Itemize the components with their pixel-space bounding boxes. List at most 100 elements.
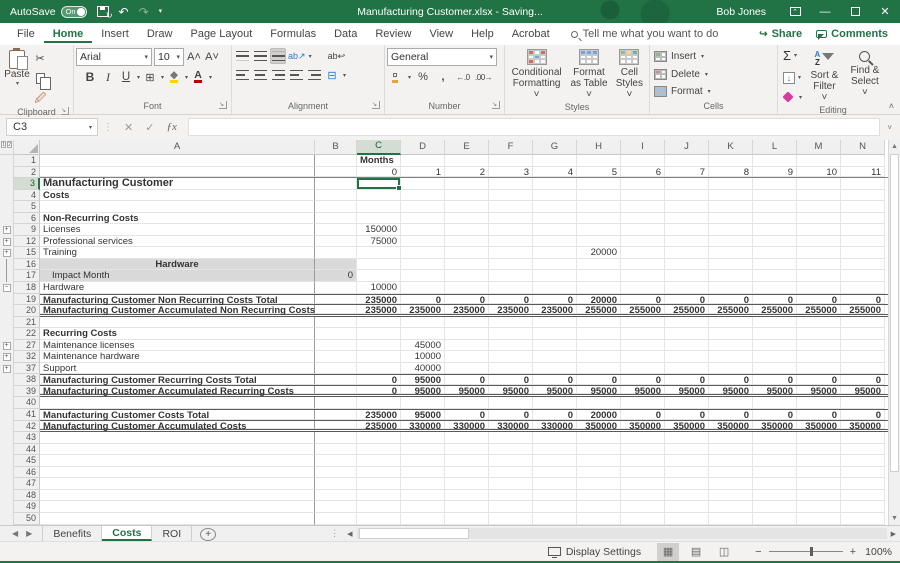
cell-L5[interactable]: [753, 201, 797, 213]
cell-E6[interactable]: [445, 212, 489, 225]
cell-L32[interactable]: [753, 351, 797, 363]
cell-J2[interactable]: 7: [665, 166, 709, 177]
maximize-button[interactable]: [840, 0, 870, 23]
cell-M5[interactable]: [797, 201, 841, 213]
cell-H21[interactable]: [577, 316, 621, 329]
tab-draw[interactable]: Draw: [138, 25, 182, 43]
cell-E47[interactable]: [445, 478, 489, 490]
column-header-N[interactable]: N: [841, 140, 885, 155]
cell-C48[interactable]: [357, 489, 401, 502]
cell-N48[interactable]: [841, 489, 885, 502]
cell-L18[interactable]: [753, 282, 797, 294]
cell-A48[interactable]: [40, 489, 315, 502]
cell-K27[interactable]: [709, 339, 753, 352]
font-name-select[interactable]: Arial ▾: [76, 48, 152, 66]
row-header-2[interactable]: 2: [14, 166, 40, 179]
cell-H32[interactable]: [577, 351, 621, 363]
page-layout-view-icon[interactable]: ▤: [685, 543, 707, 561]
cell-H20[interactable]: 255000: [577, 305, 621, 316]
cell-B39[interactable]: [315, 385, 357, 395]
cell-I20[interactable]: 255000: [621, 305, 665, 316]
cell-F21[interactable]: [489, 316, 533, 329]
cell-B44[interactable]: [315, 443, 357, 456]
merge-center-icon[interactable]: ⊟: [324, 67, 340, 83]
cell-H2[interactable]: 5: [577, 166, 621, 177]
cell-K1[interactable]: [709, 155, 753, 167]
zoom-out-icon[interactable]: −: [755, 546, 761, 558]
row-header-48[interactable]: 48: [14, 489, 40, 502]
cell-D32[interactable]: 10000: [401, 351, 445, 363]
cell-A3[interactable]: Manufacturing Customer: [40, 178, 315, 190]
cell-L15[interactable]: [753, 247, 797, 259]
cell-E22[interactable]: [445, 328, 489, 340]
cell-A44[interactable]: [40, 443, 315, 456]
cell-L41[interactable]: 0: [753, 410, 797, 421]
cell-E27[interactable]: [445, 339, 489, 352]
cell-M38[interactable]: 0: [797, 375, 841, 386]
cell-I22[interactable]: [621, 328, 665, 340]
cell-A19[interactable]: Manufacturing Customer Non Recurring Cos…: [40, 294, 315, 305]
name-box[interactable]: C3 ▾: [6, 118, 98, 136]
vertical-scrollbar[interactable]: ▲ ▼: [888, 140, 900, 525]
cell-F22[interactable]: [489, 328, 533, 340]
cell-F49[interactable]: [489, 501, 533, 513]
tab-view[interactable]: View: [420, 25, 462, 43]
row-header-12[interactable]: 12: [14, 235, 40, 248]
conditional-formatting-button[interactable]: Conditional Formatting ˅: [507, 48, 566, 101]
cell-H19[interactable]: 20000: [577, 294, 621, 305]
cell-N50[interactable]: [841, 512, 885, 525]
cell-C37[interactable]: [357, 362, 401, 375]
cell-J45[interactable]: [665, 455, 709, 467]
cell-C3[interactable]: [357, 178, 402, 191]
cell-N27[interactable]: [841, 339, 885, 352]
row-header-22[interactable]: 22: [14, 328, 40, 340]
cell-L45[interactable]: [753, 455, 797, 467]
cell-I38[interactable]: 0: [621, 375, 665, 386]
clipboard-dialog-launcher[interactable]: [61, 105, 69, 117]
cell-M39[interactable]: 95000: [797, 385, 841, 397]
cell-K38[interactable]: 0: [709, 375, 753, 386]
cell-D17[interactable]: [401, 270, 445, 283]
cell-G2[interactable]: 4: [533, 166, 577, 177]
cell-L38[interactable]: 0: [753, 375, 797, 386]
cell-J44[interactable]: [665, 443, 709, 456]
cell-C6[interactable]: [357, 212, 401, 225]
cell-K44[interactable]: [709, 443, 753, 456]
row-header-45[interactable]: 45: [14, 455, 40, 467]
tab-acrobat[interactable]: Acrobat: [503, 25, 559, 43]
cell-A32[interactable]: Maintenance hardware: [40, 351, 315, 363]
cell-L20[interactable]: 255000: [753, 305, 797, 316]
cell-M19[interactable]: 0: [797, 294, 841, 305]
format-cells-button[interactable]: Format ▾: [654, 84, 773, 99]
cell-L1[interactable]: [753, 155, 797, 167]
cell-N16[interactable]: [841, 258, 885, 271]
new-sheet-button[interactable]: +: [200, 527, 217, 541]
cell-H4[interactable]: [577, 189, 621, 202]
cancel-icon[interactable]: ✕: [124, 121, 133, 134]
cell-D46[interactable]: [401, 466, 445, 479]
column-header-L[interactable]: L: [753, 140, 797, 155]
cell-F44[interactable]: [489, 443, 533, 456]
cell-K19[interactable]: 0: [709, 294, 753, 305]
cell-I46[interactable]: [621, 466, 665, 479]
cell-E1[interactable]: [445, 155, 489, 167]
cell-A37[interactable]: Support: [40, 362, 315, 375]
cell-A18[interactable]: Hardware: [40, 282, 315, 294]
cell-F15[interactable]: [489, 247, 533, 259]
cell-B49[interactable]: [315, 501, 357, 513]
row-header-32[interactable]: 32: [14, 351, 40, 363]
cell-H9[interactable]: [577, 224, 621, 236]
column-header-E[interactable]: E: [445, 140, 489, 155]
cell-J3[interactable]: [665, 178, 709, 190]
cell-H50[interactable]: [577, 512, 621, 525]
scroll-right-icon[interactable]: ▶: [887, 530, 900, 538]
bold-button[interactable]: B: [82, 69, 98, 85]
cell-K50[interactable]: [709, 512, 753, 525]
cell-C1[interactable]: Months: [357, 155, 401, 167]
cell-K47[interactable]: [709, 478, 753, 490]
cell-J18[interactable]: [665, 282, 709, 294]
cell-I17[interactable]: [621, 270, 665, 283]
cell-M4[interactable]: [797, 189, 841, 202]
cell-M46[interactable]: [797, 466, 841, 479]
cell-E15[interactable]: [445, 247, 489, 259]
